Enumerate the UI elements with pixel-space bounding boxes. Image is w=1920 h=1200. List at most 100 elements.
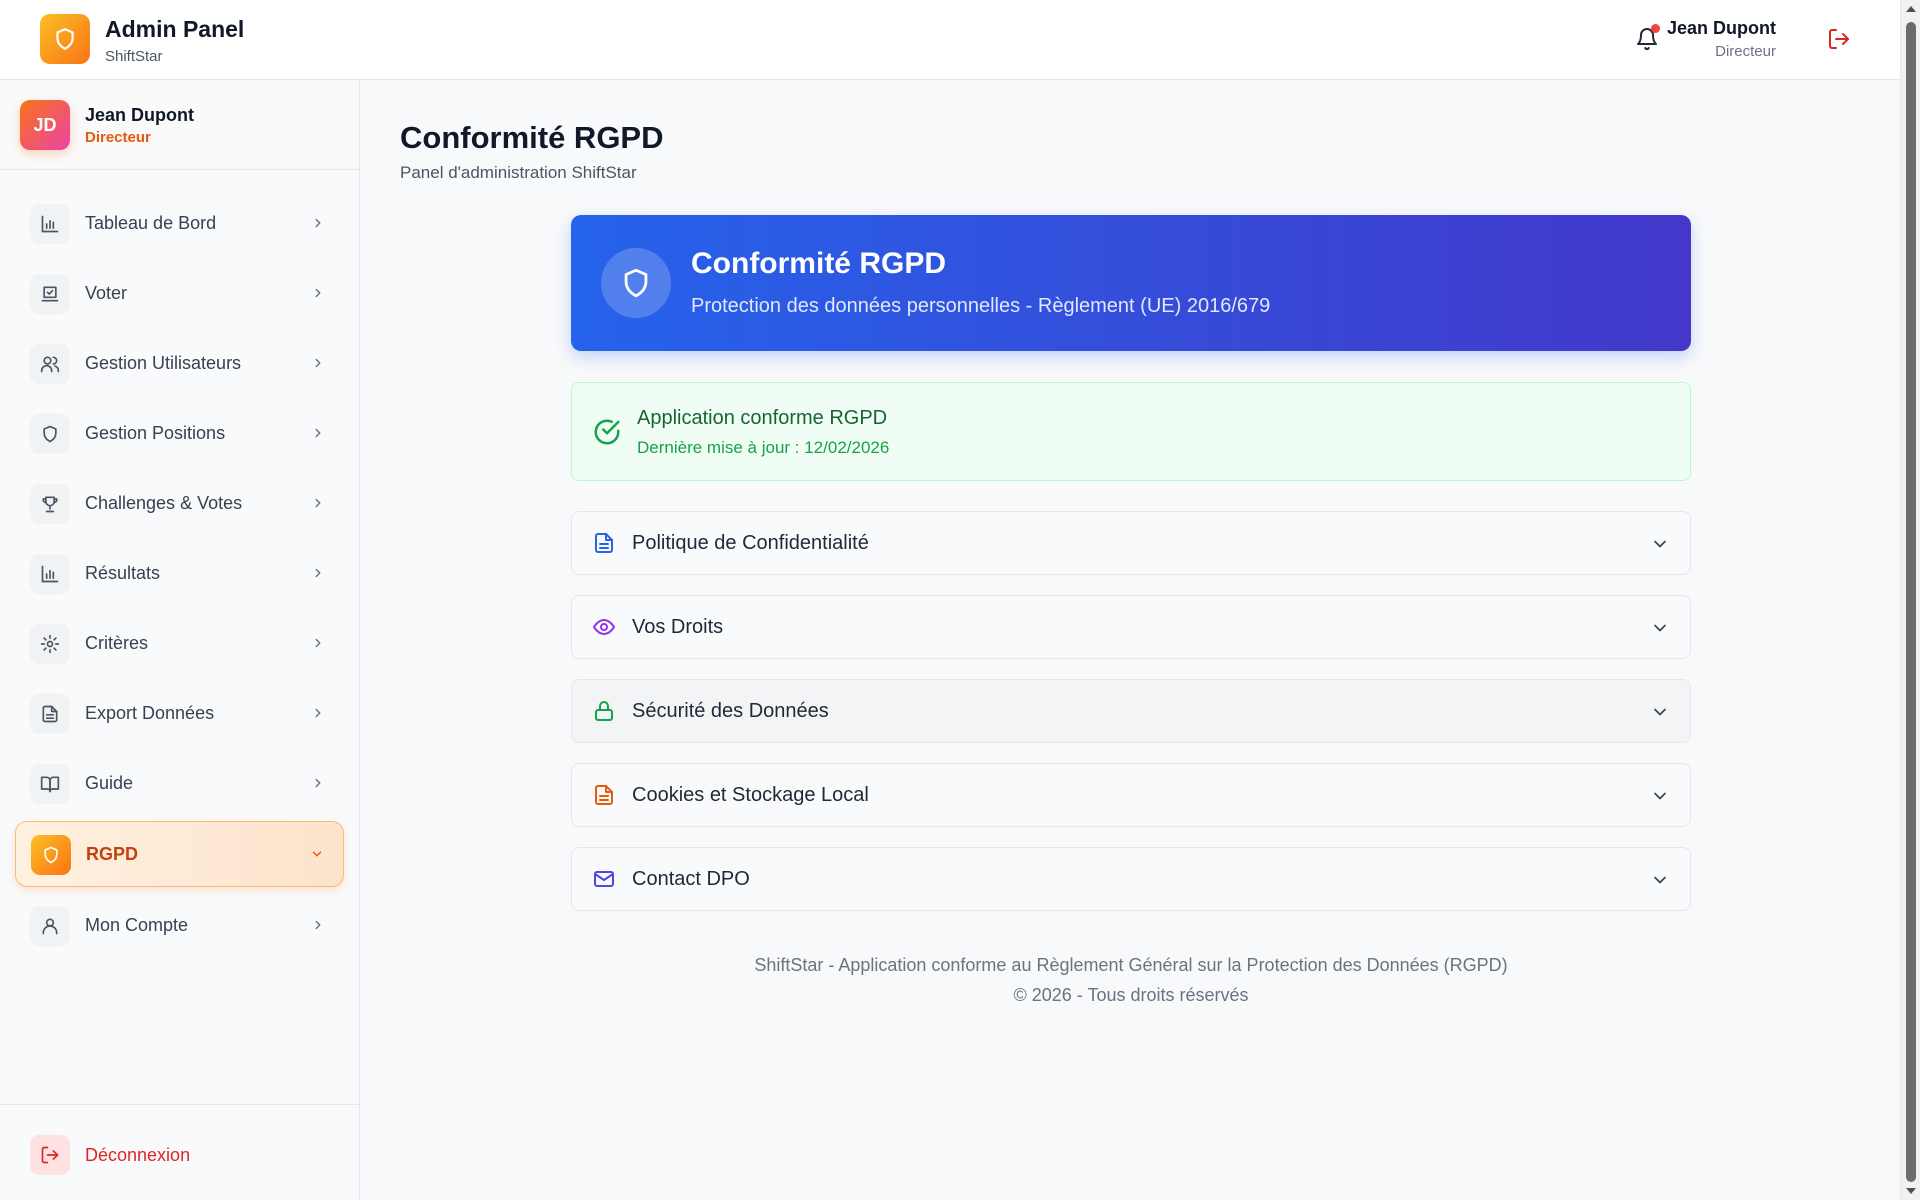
accordion-label: Contact DPO [632, 868, 750, 890]
book-icon [40, 776, 60, 793]
chevron-right-icon [315, 638, 321, 648]
chevron-right-icon [315, 778, 321, 788]
chevron-right-icon [315, 218, 321, 228]
accordion-politique-confidentialite[interactable]: Politique de Confidentialité [571, 511, 1691, 575]
page-title: Conformité RGPD [400, 120, 664, 155]
sidebar-item-label: Guide [85, 773, 134, 793]
check-circle-icon [594, 419, 620, 445]
sidebar-item-label: Mon Compte [85, 915, 189, 935]
chevron-down-icon [1654, 708, 1666, 716]
avatar[interactable]: JD [20, 100, 70, 150]
sidebar-item-label: Critères [85, 633, 149, 653]
sidebar-item-mon-compte[interactable]: Mon Compte [15, 893, 344, 957]
accordion-cookies-stockage[interactable]: Cookies et Stockage Local [571, 763, 1691, 827]
gear-icon [40, 634, 60, 654]
accordion-label: Vos Droits [632, 616, 724, 638]
chevron-right-icon [315, 708, 321, 718]
chevron-right-icon [315, 498, 321, 508]
sidebar-item-label: Challenges & Votes [85, 493, 243, 513]
page-subtitle: Panel d'administration ShiftStar [400, 163, 637, 182]
users-icon [40, 356, 60, 373]
sidebar-item-gestion-positions[interactable]: Gestion Positions [15, 401, 344, 465]
sidebar-item-label: Résultats [85, 563, 161, 583]
logout-icon [1829, 29, 1849, 49]
compliance-status-card: Application conforme RGPD Dernière mise … [571, 382, 1691, 481]
eye-icon [593, 619, 615, 635]
sidebar: JD Jean Dupont Directeur Tableau de Bord… [0, 80, 360, 1200]
shield-icon [43, 425, 57, 443]
notifications-button[interactable] [1632, 24, 1662, 54]
app-subtitle: ShiftStar [105, 48, 163, 65]
sidebar-profile-role: Directeur [85, 129, 151, 146]
chevron-right-icon [315, 358, 321, 368]
chevron-right-icon [315, 920, 321, 930]
footer-copyright: © 2026 - Tous droits réservés [1013, 985, 1249, 1005]
chevron-down-icon [1654, 792, 1666, 800]
sidebar-item-export-donnees[interactable]: Export Données [15, 681, 344, 745]
chevron-down-icon [1654, 540, 1666, 548]
accordion-contact-dpo[interactable]: Contact DPO [571, 847, 1691, 911]
mail-icon [594, 871, 614, 887]
header-user-role: Directeur [1715, 43, 1776, 60]
app-logo[interactable] [40, 14, 90, 64]
top-header: Admin Panel ShiftStar Jean Dupont Direct… [0, 0, 1900, 80]
sidebar-item-guide[interactable]: Guide [15, 751, 344, 815]
rgpd-hero-banner: Conformité RGPD Protection des données p… [571, 215, 1691, 351]
sidebar-item-label: Voter [85, 283, 128, 303]
accordion-securite-donnees[interactable]: Sécurité des Données [571, 679, 1691, 743]
document-icon [42, 705, 58, 723]
sidebar-item-label: Gestion Positions [85, 423, 226, 443]
sidebar-item-gestion-utilisateurs[interactable]: Gestion Utilisateurs [15, 331, 344, 395]
document-icon [595, 533, 613, 553]
chevron-right-icon [315, 428, 321, 438]
status-title: Application conforme RGPD [637, 407, 888, 429]
footer-compliance-text: ShiftStar - Application conforme au Règl… [754, 955, 1508, 975]
hero-title: Conformité RGPD [691, 247, 946, 280]
sidebar-item-resultats[interactable]: Résultats [15, 541, 344, 605]
accordion-vos-droits[interactable]: Vos Droits [571, 595, 1691, 659]
chevron-down-icon [1654, 876, 1666, 884]
header-logout-button[interactable] [1824, 24, 1854, 54]
sidebar-item-label: Export Données [85, 703, 215, 723]
sidebar-item-tableau-de-bord[interactable]: Tableau de Bord [15, 191, 344, 255]
page-footer: ShiftStar - Application conforme au Règl… [571, 950, 1691, 1010]
sidebar-item-challenges-votes[interactable]: Challenges & Votes [15, 471, 344, 535]
sidebar-item-criteres[interactable]: Critères [15, 611, 344, 675]
chevron-down-icon [1654, 624, 1666, 632]
trophy-icon [42, 496, 58, 513]
header-user[interactable]: Jean Dupont Directeur [1667, 18, 1776, 60]
shield-icon [624, 268, 648, 298]
ballot-box-icon [41, 286, 59, 302]
accordion-label: Politique de Confidentialité [632, 532, 869, 554]
sidebar-item-label: Gestion Utilisateurs [85, 353, 242, 373]
logout-icon [41, 1146, 59, 1164]
status-updated: Dernière mise à jour : 12/02/2026 [637, 438, 890, 457]
sidebar-profile: JD Jean Dupont Directeur [0, 80, 359, 170]
accordion-label: Sécurité des Données [632, 700, 829, 722]
header-user-name: Jean Dupont [1666, 18, 1776, 38]
chevron-down-icon [312, 851, 322, 857]
lock-icon [595, 701, 613, 721]
document-icon [595, 785, 613, 805]
sidebar-item-label: Tableau de Bord [85, 213, 217, 233]
sidebar-footer: Déconnexion [0, 1104, 359, 1200]
sidebar-item-voter[interactable]: Voter [15, 261, 344, 325]
sidebar-profile-name: Jean Dupont [85, 105, 195, 125]
scrollbar-thumb[interactable] [1906, 22, 1916, 1182]
logout-button[interactable]: Déconnexion [30, 1135, 330, 1175]
scrollbar[interactable] [1900, 0, 1920, 1200]
user-icon [42, 918, 58, 935]
notification-badge [1651, 24, 1660, 33]
accordion-label: Cookies et Stockage Local [632, 784, 869, 806]
scroll-down-arrow[interactable] [1906, 1188, 1916, 1194]
bar-chart-icon [41, 215, 59, 233]
shield-icon [44, 846, 58, 864]
hero-subtitle: Protection des données personnelles - Rè… [691, 295, 1271, 317]
app-title: Admin Panel [105, 16, 245, 42]
logout-label: Déconnexion [85, 1145, 191, 1165]
sidebar-item-rgpd[interactable]: RGPD [15, 821, 344, 887]
scroll-up-arrow[interactable] [1906, 6, 1916, 12]
shield-icon [56, 28, 74, 50]
sidebar-item-label: RGPD [86, 844, 139, 864]
chevron-right-icon [315, 288, 321, 298]
